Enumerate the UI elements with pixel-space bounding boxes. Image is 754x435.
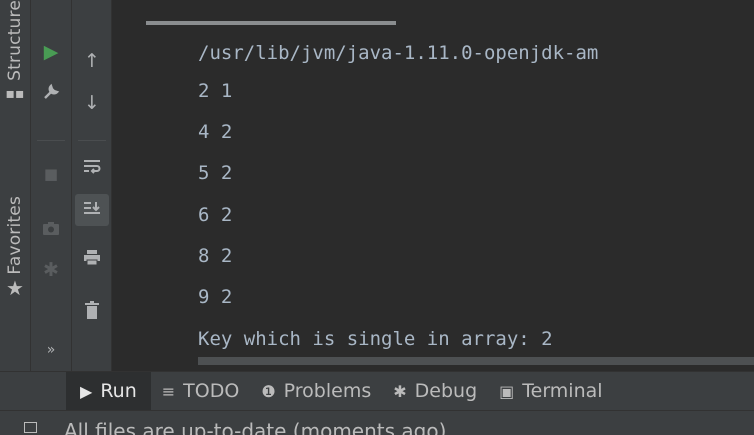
status-window-icon[interactable] bbox=[24, 422, 37, 433]
run-toolbar: ▶ ■ ✱ » ↑ ↓ bbox=[31, 0, 112, 371]
clear-all-button[interactable] bbox=[75, 296, 109, 328]
tab-todo-label: TODO bbox=[183, 380, 240, 402]
dump-threads-button[interactable] bbox=[34, 214, 68, 246]
favorites-tab-label: Favorites bbox=[5, 196, 25, 275]
stop-icon: ■ bbox=[43, 165, 59, 183]
console-line: 6 2 bbox=[198, 204, 233, 226]
tab-debug-label: Debug bbox=[414, 380, 478, 402]
run-tab-underline bbox=[146, 21, 396, 25]
camera-icon bbox=[42, 219, 60, 241]
debug-button[interactable]: ✱ bbox=[34, 254, 68, 286]
console-line: 8 2 bbox=[198, 245, 233, 267]
trash-icon bbox=[85, 300, 99, 324]
tab-run-label: Run bbox=[100, 380, 137, 402]
run-toolbar-left-column: ▶ ■ ✱ » bbox=[31, 0, 72, 371]
rerun-button[interactable]: ▶ bbox=[34, 36, 68, 68]
up-stack-button[interactable]: ↑ bbox=[75, 45, 109, 77]
status-text: All files are up-to-date (moments ago) bbox=[64, 419, 447, 435]
modify-run-config-button[interactable] bbox=[34, 78, 68, 110]
structure-icon: ▪▪ bbox=[5, 85, 25, 102]
run-icon: ▶ bbox=[43, 41, 59, 63]
console-line: 2 1 bbox=[198, 80, 233, 102]
arrow-down-icon: ↓ bbox=[84, 92, 100, 114]
console-line: /usr/lib/jvm/java-1.11.0-openjdk-am bbox=[198, 42, 599, 64]
star-icon: ★ bbox=[6, 275, 24, 300]
soft-wrap-icon bbox=[83, 158, 101, 180]
tab-debug[interactable]: ✱ Debug bbox=[382, 372, 488, 410]
tab-terminal[interactable]: ▣ Terminal bbox=[488, 372, 613, 410]
tool-window-bar: ▶ Run ≡ TODO ❶ Problems ✱ Debug ▣ Termin… bbox=[0, 371, 754, 410]
tab-run[interactable]: ▶ Run bbox=[66, 372, 151, 410]
scroll-to-end-icon bbox=[83, 199, 101, 221]
left-tool-strip: Structure ▪▪ Favorites ★ bbox=[0, 0, 31, 371]
console-line: 5 2 bbox=[198, 162, 233, 184]
tab-terminal-label: Terminal bbox=[522, 380, 603, 402]
stop-button[interactable]: ■ bbox=[34, 158, 68, 190]
terminal-icon: ▣ bbox=[499, 381, 515, 401]
print-icon bbox=[83, 249, 101, 271]
bug-icon: ✱ bbox=[393, 381, 407, 401]
console-line: Key which is single in array: 2 bbox=[198, 328, 553, 350]
list-icon: ≡ bbox=[161, 381, 176, 401]
tab-problems-label: Problems bbox=[283, 380, 372, 402]
soft-wrap-button[interactable] bbox=[75, 153, 109, 185]
structure-tab-label: Structure bbox=[5, 0, 25, 81]
run-tab-icon: ▶ bbox=[80, 381, 93, 401]
down-stack-button[interactable]: ↓ bbox=[75, 87, 109, 119]
problems-icon: ❶ bbox=[261, 381, 276, 401]
wrench-icon bbox=[42, 83, 60, 106]
arrow-up-icon: ↑ bbox=[84, 50, 100, 72]
more-actions-button[interactable]: » bbox=[34, 334, 68, 366]
toolbar-separator bbox=[78, 140, 106, 141]
status-bar: All files are up-to-date (moments ago) bbox=[0, 410, 754, 435]
tab-todo[interactable]: ≡ TODO bbox=[151, 372, 251, 410]
bug-icon: ✱ bbox=[43, 259, 59, 281]
horizontal-scrollbar[interactable] bbox=[198, 357, 754, 365]
toolbar-separator bbox=[37, 140, 65, 141]
run-toolbar-right-column: ↑ ↓ bbox=[72, 0, 111, 371]
console-line: 4 2 bbox=[198, 121, 233, 143]
console-output[interactable]: /usr/lib/jvm/java-1.11.0-openjdk-am 2 1 … bbox=[112, 0, 754, 371]
print-button[interactable] bbox=[75, 244, 109, 276]
tab-problems[interactable]: ❶ Problems bbox=[250, 372, 382, 410]
structure-tab[interactable]: Structure ▪▪ bbox=[0, 0, 30, 101]
console-line: 9 2 bbox=[198, 286, 233, 308]
chevron-right-double-icon: » bbox=[46, 342, 56, 358]
scroll-to-end-button[interactable] bbox=[75, 194, 109, 226]
favorites-tab[interactable]: Favorites ★ bbox=[0, 196, 30, 300]
